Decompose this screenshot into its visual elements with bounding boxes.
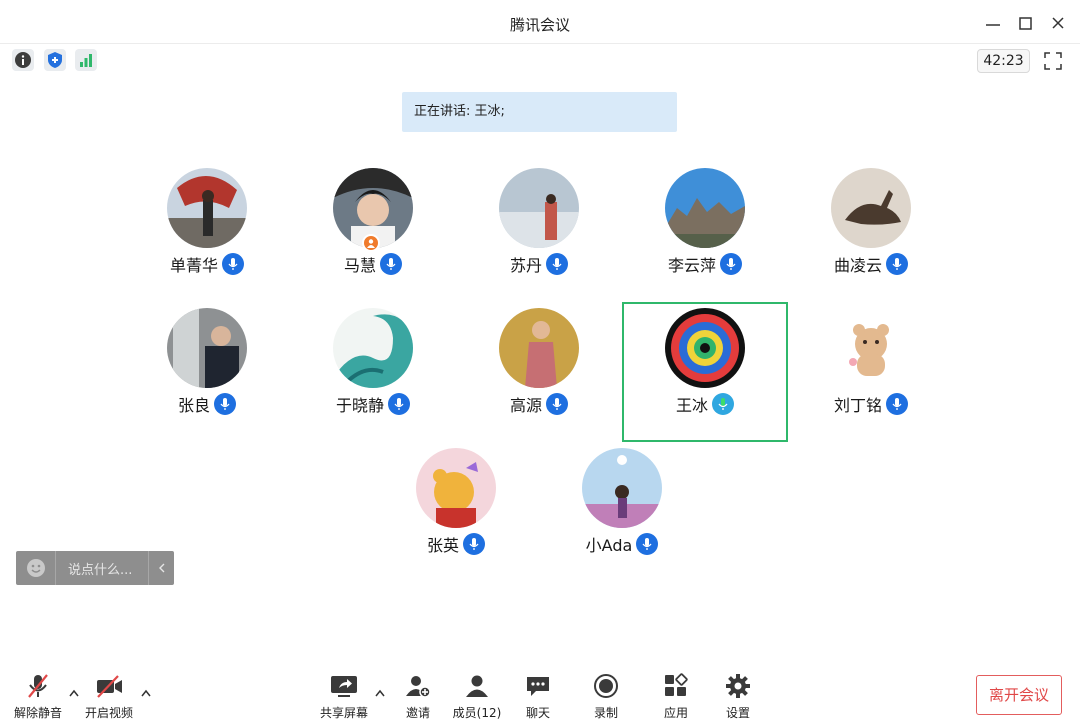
avatar — [665, 168, 745, 248]
participant-name: 张英 — [426, 536, 459, 555]
chat-icon — [527, 677, 549, 696]
participant-tile[interactable]: 单菁华 — [124, 162, 290, 302]
participant-tile[interactable]: 于晓静 — [290, 302, 456, 442]
leave-meeting-button[interactable]: 离开会议 — [976, 675, 1062, 715]
participant-name: 曲凌云 — [833, 256, 882, 275]
mic-icon — [636, 533, 659, 555]
video-off-icon — [97, 675, 122, 698]
mic-icon — [720, 253, 742, 275]
minimize-button[interactable] — [982, 12, 1004, 34]
participant-tile[interactable]: 高源 — [456, 302, 622, 442]
mic-icon — [214, 393, 236, 415]
apps-icon — [665, 673, 688, 696]
fullscreen-button[interactable] — [1041, 49, 1065, 73]
participant-name: 王冰 — [675, 396, 708, 415]
add-user-icon — [406, 676, 431, 698]
chat-input-bar[interactable]: 说点什么... — [16, 551, 174, 585]
fullscreen-icon — [1044, 52, 1062, 70]
network-status-button[interactable] — [75, 49, 97, 71]
participant-name: 单菁华 — [169, 256, 218, 275]
apps-button[interactable]: 应用 — [641, 672, 711, 722]
avatar — [831, 308, 911, 388]
start-video-button[interactable]: 开启视频 — [74, 672, 144, 722]
avatar — [499, 168, 579, 248]
avatar — [665, 308, 745, 388]
chat-collapse-button[interactable] — [148, 551, 174, 585]
participant-name: 苏丹 — [509, 256, 542, 275]
participant-name: 李云萍 — [667, 256, 716, 275]
chat-button[interactable]: 聊天 — [503, 672, 573, 722]
participant-name: 小Ada — [585, 536, 633, 555]
participant-tile[interactable]: 张良 — [124, 302, 290, 442]
avatar — [499, 308, 579, 388]
avatar — [167, 168, 247, 248]
host-badge-icon — [362, 234, 380, 252]
minimize-icon — [986, 24, 1000, 26]
security-button[interactable] — [44, 49, 66, 71]
participant-name: 于晓静 — [335, 396, 384, 415]
participant-tile[interactable]: 曲凌云 — [788, 162, 954, 302]
mic-icon — [463, 533, 485, 555]
participant-name: 张良 — [177, 396, 210, 415]
mic-icon — [546, 393, 568, 415]
info-icon — [15, 52, 31, 68]
chat-input[interactable]: 说点什么... — [56, 559, 148, 578]
members-icon — [466, 675, 488, 697]
unmute-button[interactable]: 解除静音 — [3, 672, 73, 722]
participant-name: 马慧 — [343, 256, 376, 275]
mic-muted-icon — [28, 674, 48, 698]
emoji-icon — [26, 559, 45, 577]
mic-icon — [380, 253, 402, 275]
mic-speaking-icon — [712, 393, 734, 415]
mic-icon — [886, 393, 908, 415]
record-button[interactable]: 录制 — [571, 672, 641, 722]
emoji-button[interactable] — [16, 551, 56, 585]
mic-icon — [388, 393, 410, 415]
close-icon — [1052, 17, 1064, 29]
mic-icon — [886, 253, 908, 275]
participant-name: 刘丁铭 — [833, 396, 882, 415]
participant-name: 高源 — [509, 396, 542, 415]
participant-tile[interactable]: 刘丁铭 — [788, 302, 954, 442]
participant-tile[interactable]: 张英 — [373, 442, 539, 582]
meeting-info-button[interactable] — [12, 49, 34, 71]
participant-tile[interactable]: 小Ada — [539, 442, 705, 582]
mic-icon — [222, 253, 244, 275]
share-screen-icon — [331, 676, 357, 697]
signal-icon — [80, 54, 92, 67]
chevron-left-icon — [158, 563, 164, 573]
participant-tile[interactable]: 马慧 — [290, 162, 456, 302]
meeting-toolbar: 解除静音 开启视频 共享屏幕 邀请 成员(12) 聊天 录制 应用 设置 — [0, 664, 1080, 728]
maximize-icon — [1019, 17, 1032, 30]
settings-button[interactable]: 设置 — [703, 672, 773, 722]
members-button[interactable]: 成员(12) — [442, 672, 512, 722]
window-title: 腾讯会议 — [509, 16, 570, 34]
participant-tile[interactable]: 李云萍 — [622, 162, 788, 302]
avatar — [333, 308, 413, 388]
avatar — [167, 308, 247, 388]
shield-icon — [48, 52, 62, 68]
gear-icon — [726, 674, 750, 698]
share-screen-button[interactable]: 共享屏幕 — [309, 672, 379, 722]
close-button[interactable] — [1047, 12, 1069, 34]
meeting-timer: 42:23 — [977, 49, 1030, 73]
chevron-up-icon[interactable] — [140, 688, 152, 698]
active-speaker-banner: 正在讲话: 王冰; — [402, 92, 677, 132]
meeting-info-bar: 42:23 — [0, 44, 1080, 76]
maximize-button[interactable] — [1014, 12, 1036, 34]
avatar — [582, 448, 662, 528]
avatar — [831, 168, 911, 248]
avatar — [416, 448, 496, 528]
participant-tile[interactable]: 苏丹 — [456, 162, 622, 302]
mic-icon — [546, 253, 568, 275]
record-icon — [594, 674, 618, 698]
title-bar: 腾讯会议 — [0, 0, 1080, 44]
participant-tile-speaking[interactable]: 王冰 — [622, 302, 788, 442]
